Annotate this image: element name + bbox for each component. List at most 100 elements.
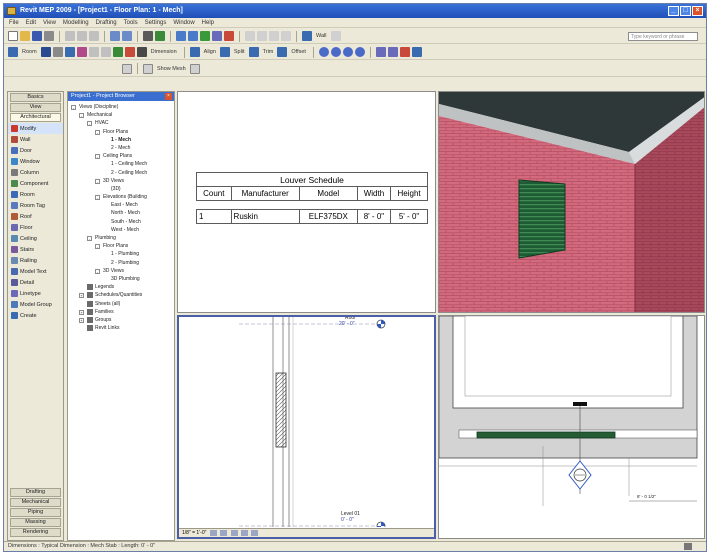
- trim-tool-label[interactable]: Trim: [261, 49, 276, 55]
- collapse-icon[interactable]: -: [71, 105, 76, 110]
- design-bar-item-wall[interactable]: Wall: [8, 134, 63, 145]
- section-view[interactable]: Roof 20' - 0" Level 01 0' - 0" 1/8" = 1'…: [177, 315, 436, 539]
- arc-icon[interactable]: [100, 47, 111, 57]
- collapse-icon[interactable]: -: [79, 113, 84, 119]
- collapse-icon[interactable]: -: [87, 121, 92, 127]
- dimension-tool-label[interactable]: Dimension: [149, 49, 179, 55]
- offset-icon[interactable]: [277, 47, 288, 57]
- tree-item[interactable]: -3D Views: [68, 267, 174, 275]
- tree-item[interactable]: 2 - Ceiling Mech: [68, 169, 174, 177]
- tree-item[interactable]: Revit Links: [68, 324, 174, 332]
- measure-icon[interactable]: [155, 31, 165, 41]
- tree-item[interactable]: - Floor Plans: [68, 242, 174, 250]
- menu-modelling[interactable]: Modelling: [62, 20, 90, 26]
- line-icon[interactable]: [88, 47, 99, 57]
- tree-item[interactable]: Sheets (all): [68, 300, 174, 308]
- menu-file[interactable]: File: [8, 20, 20, 26]
- expand-icon[interactable]: +: [79, 293, 84, 299]
- save-icon[interactable]: [32, 31, 42, 41]
- tree-item[interactable]: + Groups: [68, 316, 174, 324]
- collapse-icon[interactable]: -: [95, 244, 100, 250]
- design-bar-item-component[interactable]: Component: [8, 178, 63, 189]
- design-bar-item-column[interactable]: Column: [8, 167, 63, 178]
- tree-item[interactable]: North - Mech: [68, 209, 174, 217]
- tab-drafting[interactable]: Drafting: [10, 488, 61, 497]
- tree-item[interactable]: - Mechanical: [68, 111, 174, 119]
- design-bar-item-modify[interactable]: Modify: [8, 123, 63, 134]
- copy-icon[interactable]: [77, 31, 87, 41]
- delete-icon[interactable]: [399, 47, 410, 57]
- room-tool-label[interactable]: Room: [20, 49, 39, 55]
- design-options-icon[interactable]: [257, 31, 267, 41]
- schedule-view[interactable]: Louver Schedule Count Manufacturer Model…: [177, 91, 436, 313]
- edit-group-icon[interactable]: [281, 31, 291, 41]
- coordination-icon[interactable]: [387, 47, 398, 57]
- hide-isolate-icon[interactable]: [251, 529, 259, 536]
- level-icon[interactable]: [52, 47, 63, 57]
- text-icon[interactable]: [76, 47, 87, 57]
- tree-item[interactable]: + Schedules/Quantities: [68, 291, 174, 299]
- tree-item[interactable]: -3D Views: [68, 177, 174, 185]
- close-button[interactable]: ×: [692, 6, 703, 16]
- tree-item[interactable]: West - Mech: [68, 226, 174, 234]
- tab-piping[interactable]: Piping: [10, 508, 61, 517]
- close-icon[interactable]: ×: [165, 93, 172, 100]
- design-bar-item-roof[interactable]: Roof: [8, 211, 63, 222]
- tab-mechanical[interactable]: Mechanical: [10, 498, 61, 507]
- tree-item[interactable]: + Families: [68, 308, 174, 316]
- zoom-region-icon[interactable]: [188, 31, 198, 41]
- open-icon[interactable]: [20, 31, 30, 41]
- expand-icon[interactable]: +: [79, 309, 84, 315]
- tree-item[interactable]: {3D}: [68, 185, 174, 193]
- split-icon[interactable]: [219, 47, 230, 57]
- menu-window[interactable]: Window: [172, 20, 195, 26]
- tab-rendering[interactable]: Rendering: [10, 528, 61, 537]
- shadows-icon[interactable]: [230, 529, 238, 536]
- paint-icon[interactable]: [411, 47, 422, 57]
- move-icon[interactable]: [112, 47, 123, 57]
- detail-level-icon[interactable]: [209, 529, 217, 536]
- maximize-button[interactable]: □: [680, 6, 691, 16]
- undo-icon[interactable]: [110, 31, 120, 41]
- model-graphics-icon[interactable]: [220, 529, 228, 536]
- design-bar-item-window[interactable]: Window: [8, 156, 63, 167]
- sun-path-icon[interactable]: [122, 63, 132, 74]
- new-icon[interactable]: [8, 31, 18, 41]
- tag-icon[interactable]: [64, 47, 75, 57]
- show-mesh-label[interactable]: Show Mesh: [155, 66, 188, 72]
- tree-item[interactable]: 1 - Mech: [68, 136, 174, 144]
- tree-item[interactable]: East - Mech: [68, 201, 174, 209]
- tree-item[interactable]: - Plumbing: [68, 234, 174, 242]
- tree-item[interactable]: - Views (Discipline): [68, 103, 174, 111]
- pointer-icon[interactable]: [143, 31, 153, 41]
- scale-icon[interactable]: [342, 47, 353, 57]
- view-scale[interactable]: 1/8" = 1'-0": [182, 530, 206, 536]
- filter-icon[interactable]: [684, 543, 692, 550]
- design-bar-item-room-tag[interactable]: Room Tag: [8, 200, 63, 211]
- collapse-icon[interactable]: -: [95, 195, 100, 201]
- tree-item[interactable]: 3D Plumbing: [68, 275, 174, 283]
- revit-app-icon[interactable]: [7, 7, 16, 15]
- design-bar-item-floor[interactable]: Floor: [8, 222, 63, 233]
- tree-item[interactable]: 1 - Plumbing: [68, 250, 174, 258]
- 3d-view[interactable]: [438, 91, 705, 313]
- collapse-icon[interactable]: -: [95, 178, 100, 184]
- paste-icon[interactable]: [89, 31, 99, 41]
- design-bar-item-model-group[interactable]: Model Group: [8, 299, 63, 310]
- design-bar-item-stairs[interactable]: Stairs: [8, 244, 63, 255]
- collapse-icon[interactable]: -: [95, 154, 100, 160]
- tree-item[interactable]: - Ceiling Plans: [68, 152, 174, 160]
- tab-basics[interactable]: Basics: [10, 93, 61, 102]
- tab-architectural[interactable]: Architectural: [10, 113, 61, 122]
- design-bar-item-detail[interactable]: Detail: [8, 277, 63, 288]
- collapse-icon[interactable]: -: [95, 129, 100, 135]
- tree-item[interactable]: South - Mech: [68, 218, 174, 226]
- filter-icon[interactable]: [269, 31, 279, 41]
- zoom-icon[interactable]: [176, 31, 186, 41]
- menu-settings[interactable]: Settings: [144, 20, 168, 26]
- minimize-button[interactable]: _: [668, 6, 679, 16]
- tree-item[interactable]: - Elevations (Building: [68, 193, 174, 201]
- design-bar-item-room[interactable]: Room: [8, 189, 63, 200]
- array-icon[interactable]: [318, 47, 329, 57]
- crop-region-icon[interactable]: [240, 529, 248, 536]
